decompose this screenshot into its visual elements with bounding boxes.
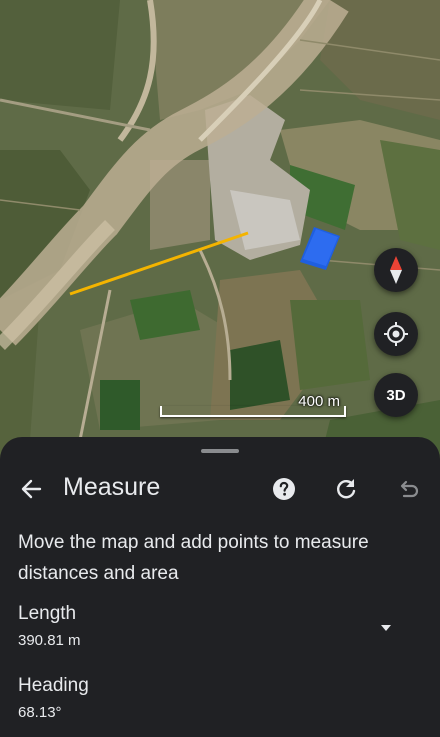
length-label: Length	[18, 603, 77, 624]
refresh-icon[interactable]	[333, 476, 359, 502]
my-location-icon	[384, 322, 408, 346]
heading-value: 68.13°	[18, 704, 62, 721]
3d-button-label: 3D	[386, 386, 406, 404]
measure-instructions: Move the map and add points to measure d…	[18, 532, 369, 584]
chevron-down-icon[interactable]	[376, 621, 396, 635]
satellite-map[interactable]: 3D 400 m	[0, 0, 440, 460]
compass-button[interactable]	[374, 248, 418, 292]
drag-handle[interactable]	[201, 449, 239, 453]
length-value: 390.81 m	[18, 632, 81, 649]
heading-label: Heading	[18, 675, 89, 696]
scale-bar	[160, 406, 346, 417]
help-icon[interactable]	[272, 477, 296, 501]
3d-view-button[interactable]: 3D	[374, 373, 418, 417]
compass-icon	[390, 256, 402, 284]
map-scale: 400 m	[160, 393, 346, 419]
undo-icon[interactable]	[395, 476, 421, 502]
panel-header: Measure	[0, 471, 440, 507]
my-location-button[interactable]	[374, 312, 418, 356]
back-arrow-icon[interactable]	[18, 475, 46, 503]
measure-panel: Measure Move the map and add points to m…	[0, 437, 440, 737]
panel-title: Measure	[63, 473, 161, 501]
